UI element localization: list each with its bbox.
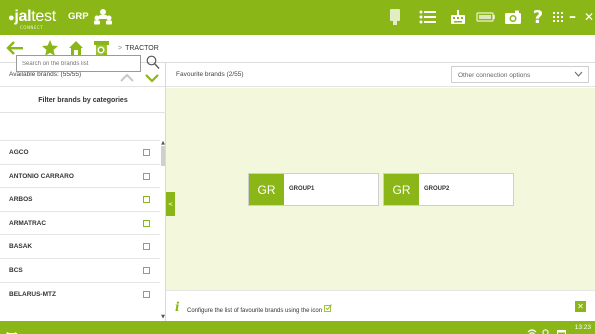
group-badge: GR — [249, 174, 284, 205]
help-icon[interactable]: ? — [531, 6, 545, 28]
brand-checkbox[interactable] — [143, 243, 150, 251]
group-label: GRP — [68, 11, 89, 22]
usb-icon — [6, 323, 18, 334]
keyboard-icon[interactable] — [449, 6, 467, 28]
scrollbar-thumb[interactable] — [161, 146, 165, 166]
search-icon[interactable] — [146, 55, 160, 74]
favourite-brands-area — [166, 88, 595, 290]
info-icon: i — [175, 300, 180, 314]
list-item[interactable]: ANTONIO CARRARO — [0, 163, 160, 188]
clock-time: 13:23 — [574, 324, 591, 331]
list-item[interactable]: BASAK — [0, 234, 160, 258]
brand-checkbox[interactable] — [143, 290, 150, 298]
group-badge: GR — [384, 174, 419, 205]
search-small-icon — [542, 323, 551, 334]
breadcrumb-tractor[interactable]: TRACTOR — [125, 45, 159, 52]
group-icon[interactable] — [93, 8, 113, 30]
brand-search-input[interactable] — [16, 55, 141, 72]
brands-list: AGCO ANTONIO CARRARO ARBOS ARMATRAC BASA… — [0, 140, 160, 305]
jaltest-logo: ●jaltest CONNECT — [8, 8, 56, 30]
brand-name: BASAK — [9, 243, 33, 251]
brand-name: BELARUS-MTZ — [9, 290, 56, 298]
brand-checkbox[interactable] — [143, 149, 150, 156]
cable-icon[interactable] — [386, 6, 404, 28]
list-item[interactable]: ARMATRAC — [0, 210, 160, 235]
favourite-brands-title: Favourite brands (2/55) — [176, 71, 244, 78]
group-name: GROUP2 — [424, 186, 450, 192]
logo-tagline: CONNECT — [20, 25, 44, 30]
breadcrumb: > TRACTOR — [118, 45, 159, 52]
logo-brand-prefix: jal — [14, 8, 32, 25]
connection-options-value: Other connection options — [458, 72, 531, 79]
group-name: GROUP1 — [289, 186, 315, 192]
chevron-down-icon — [574, 70, 583, 80]
close-info-button[interactable]: ✕ — [575, 301, 586, 312]
edit-checkbox-icon — [323, 304, 332, 314]
info-bar: i Configure the list of favourite brands… — [166, 290, 595, 321]
list-item[interactable]: ARBOS — [0, 187, 160, 211]
minimize-button[interactable]: – — [566, 5, 579, 29]
panel-toggle-button[interactable]: < — [166, 192, 175, 216]
brand-name: BCS — [9, 266, 23, 274]
wifi-icon — [527, 323, 537, 334]
available-brands-title: Available brands: (55/55) — [9, 71, 82, 78]
camera-icon[interactable] — [503, 6, 523, 28]
brand-checkbox[interactable] — [143, 196, 150, 204]
brand-checkbox[interactable] — [143, 172, 150, 180]
info-message: Configure the list of favourite brands u… — [187, 304, 332, 314]
list-item[interactable]: BELARUS-MTZ — [0, 281, 160, 306]
brand-name: ARMATRAC — [9, 219, 47, 227]
top-bar: ●jaltest CONNECT GRP ? — [0, 0, 595, 35]
info-text: Configure the list of favourite brands u… — [187, 308, 323, 314]
list-item[interactable]: BCS — [0, 257, 160, 282]
brand-name: ARBOS — [9, 196, 33, 204]
brand-checkbox[interactable] — [143, 219, 150, 227]
status-bar: 13:23 — [0, 321, 595, 334]
group-card-2[interactable]: GR GROUP2 — [383, 173, 514, 206]
filter-by-categories[interactable]: Filter brands by categories — [0, 88, 166, 113]
logo-brand-suffix: test — [31, 8, 56, 25]
close-window-button[interactable]: ✕ — [583, 5, 595, 29]
list-item[interactable]: AGCO — [0, 140, 160, 164]
brand-checkbox[interactable] — [143, 266, 150, 274]
chevron-left-icon: < — [167, 200, 174, 208]
brand-name: AGCO — [9, 149, 29, 156]
list-icon[interactable] — [418, 6, 438, 28]
battery-icon[interactable] — [475, 6, 497, 28]
brand-name: ANTONIO CARRARO — [9, 172, 74, 180]
apps-grid-icon[interactable] — [552, 6, 564, 28]
favourite-brands-header: Favourite brands (2/55) Other connection… — [166, 63, 595, 87]
group-card-1[interactable]: GR GROUP1 — [248, 173, 379, 206]
calendar-icon — [557, 323, 566, 334]
connection-options-select[interactable]: Other connection options — [451, 66, 589, 83]
